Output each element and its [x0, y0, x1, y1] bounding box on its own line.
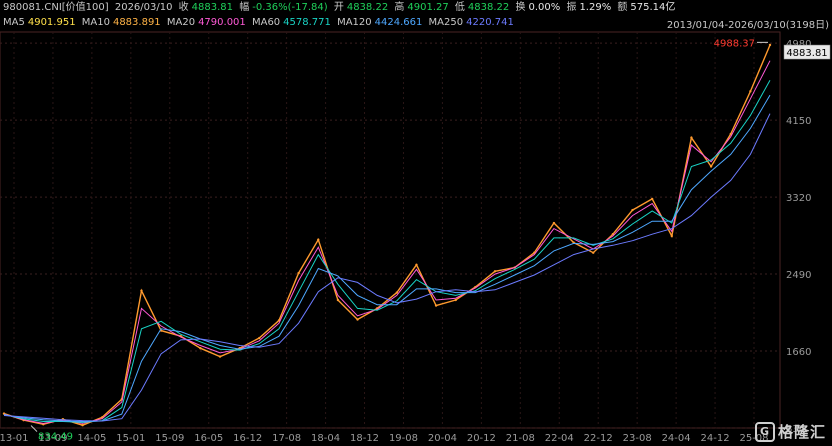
x-tick-label: 18-12 — [350, 433, 379, 444]
x-tick-label: 15-09 — [155, 433, 184, 444]
logo-icon: G — [754, 422, 775, 442]
min-value-label: 834.49 — [38, 432, 73, 443]
price-point — [552, 221, 556, 225]
price-point — [297, 271, 300, 275]
series-line — [3, 113, 771, 422]
last-price-label: 4883.81 — [786, 48, 827, 59]
price-point — [199, 347, 202, 350]
y-tick-label: 4150 — [786, 116, 811, 127]
price-point — [356, 318, 359, 321]
x-tick-label: 24-12 — [701, 433, 730, 444]
x-tick-label: 24-04 — [662, 433, 691, 444]
x-tick-label: 15-01 — [116, 433, 145, 444]
price-point — [415, 263, 418, 266]
x-tick-label: 16-12 — [233, 433, 262, 444]
x-tick-label: 14-05 — [77, 433, 106, 444]
watermark-logo: G 格隆汇 — [754, 421, 826, 442]
price-point — [670, 234, 673, 238]
price-point — [493, 270, 497, 273]
x-tick-label: 20-12 — [467, 433, 496, 444]
price-point — [709, 165, 713, 168]
y-tick-label: 3320 — [786, 193, 811, 204]
x-tick-label: 18-04 — [311, 433, 340, 444]
price-point — [454, 298, 457, 302]
y-tick-label: 1660 — [786, 347, 811, 358]
price-point — [592, 251, 595, 254]
series-line — [3, 79, 771, 423]
price-point — [631, 208, 634, 212]
series-line — [3, 94, 771, 423]
plot-frame — [0, 31, 781, 429]
price-point — [749, 90, 752, 93]
x-tick-label: 17-08 — [272, 433, 301, 444]
max-value-label: 4988.37 — [714, 38, 755, 49]
price-point — [434, 304, 438, 307]
series-line — [3, 60, 771, 424]
price-point — [258, 336, 261, 340]
price-point — [317, 238, 320, 241]
x-tick-label: 22-12 — [584, 433, 613, 444]
x-tick-label: 23-08 — [623, 433, 652, 444]
price-point — [81, 424, 84, 427]
price-point — [690, 136, 693, 139]
price-point — [768, 43, 772, 47]
price-chart[interactable]: 8301660249033204150498013-01 13-09 14-05 15… — [0, 0, 832, 446]
x-tick-label: 22-04 — [545, 433, 574, 444]
x-tick-label: 21-08 — [506, 433, 535, 444]
price-point — [336, 298, 340, 302]
x-tick-label: 20-04 — [428, 433, 457, 444]
watermark-text: 格隆汇 — [777, 422, 826, 441]
price-point — [218, 355, 222, 358]
price-point — [140, 289, 143, 292]
y-tick-label: 2490 — [786, 270, 811, 281]
min-marker — [30, 425, 38, 432]
x-tick-label: 19-08 — [389, 433, 418, 444]
x-tick-label: 16-05 — [194, 433, 223, 444]
series-line — [3, 44, 771, 426]
x-tick-label: 13-01 — [0, 433, 29, 444]
price-point — [650, 197, 654, 201]
